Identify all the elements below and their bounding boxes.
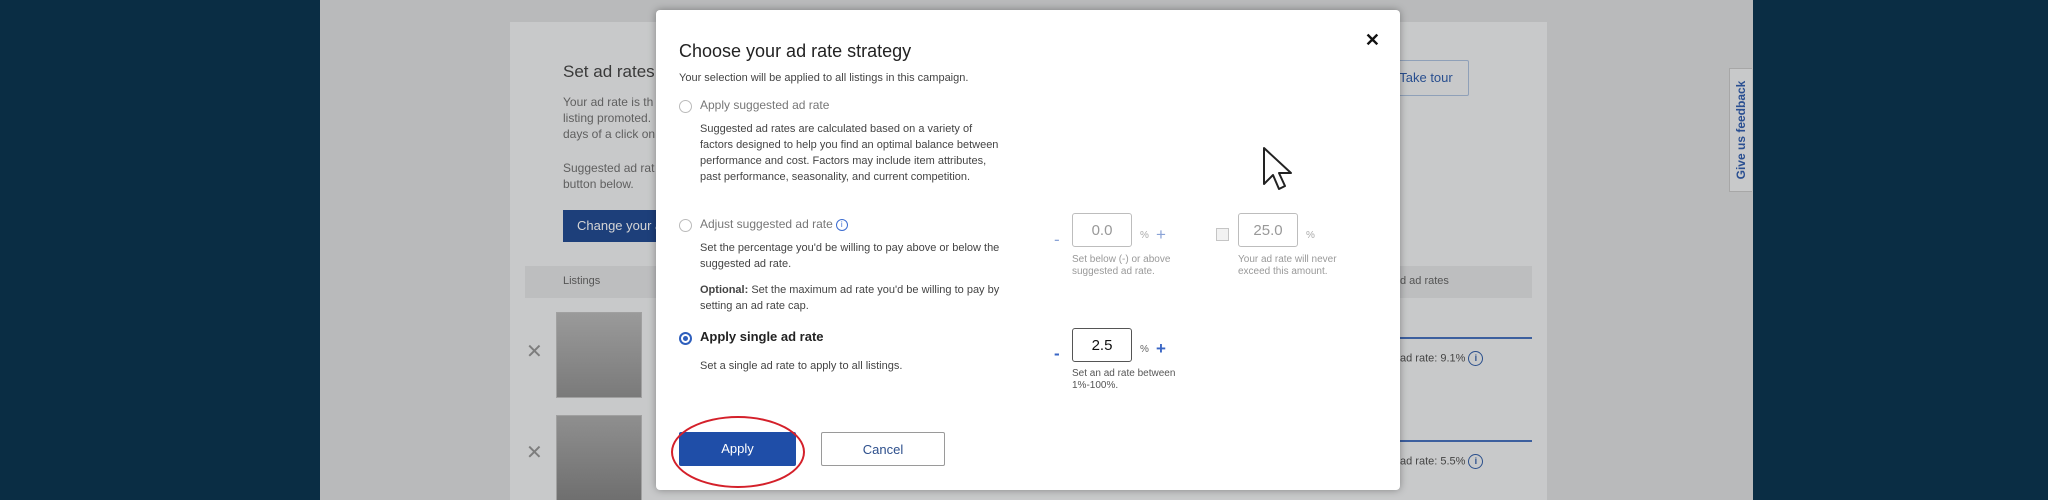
remove-listing-icon[interactable]: ✕: [526, 339, 543, 364]
cap-hint-line-2: exceed this amount.: [1238, 266, 1328, 277]
adjust-rate-label-group[interactable]: Adjust suggested ad rate i: [700, 217, 848, 231]
percent-sign: %: [1306, 230, 1315, 241]
adjust-rate-label: Adjust suggested ad rate: [700, 217, 833, 231]
ad-rate-cap-input[interactable]: 25.0: [1238, 213, 1298, 247]
increase-rate-button[interactable]: +: [1156, 339, 1166, 359]
adjust-hint-line-2: suggested ad rate.: [1072, 266, 1155, 277]
adjust-rate-radio[interactable]: [679, 219, 692, 232]
adjust-rate-description: Set the percentage you'd be willing to p…: [700, 242, 1000, 270]
info-icon[interactable]: i: [1468, 454, 1484, 469]
ad-rate-strategy-dialog: ✕ Choose your ad rate strategy Your sele…: [656, 10, 1400, 490]
percent-sign: %: [1140, 344, 1149, 355]
percent-sign: %: [1140, 230, 1149, 241]
single-rate-input[interactable]: 2.5: [1072, 328, 1132, 362]
single-rate-label[interactable]: Apply single ad rate: [700, 329, 824, 344]
ad-rates-header: d ad rates: [1400, 275, 1449, 287]
suggested-line-2: button below.: [563, 177, 634, 191]
feedback-label: Give us feedback: [1734, 80, 1748, 180]
remove-listing-icon[interactable]: ✕: [526, 440, 543, 465]
suggested-rate-description: Suggested ad rates are calculated based …: [700, 123, 999, 183]
listing-thumbnail: [556, 312, 642, 398]
decrease-adjust-button[interactable]: -: [1054, 230, 1060, 250]
cancel-button[interactable]: Cancel: [821, 432, 945, 466]
dialog-title: Choose your ad rate strategy: [679, 41, 912, 61]
row-ad-rate: ad rate: 9.1% i: [1400, 351, 1484, 366]
single-rate-description: Set a single ad rate to apply to all lis…: [700, 360, 903, 372]
single-rate-hint-line-2: 1%-100%.: [1072, 380, 1119, 391]
dialog-subtitle: Your selection will be applied to all li…: [679, 72, 969, 84]
optional-label: Optional:: [700, 284, 749, 296]
feedback-tab[interactable]: Give us feedback: [1729, 68, 1752, 192]
info-icon[interactable]: i: [835, 218, 848, 231]
suggested-line-1: Suggested ad rat: [563, 161, 655, 175]
info-icon[interactable]: i: [1468, 351, 1484, 366]
adjust-rate-input[interactable]: 0.0: [1072, 213, 1132, 247]
single-rate-hint-line-1: Set an ad rate between: [1072, 368, 1176, 379]
single-rate-radio[interactable]: [679, 332, 692, 345]
increase-adjust-button[interactable]: +: [1156, 225, 1166, 245]
optional-cap-description: Optional: Set the maximum ad rate you'd …: [700, 282, 1000, 314]
intro-line-3: days of a click on: [563, 127, 656, 141]
ad-rate-cap-checkbox[interactable]: [1216, 228, 1229, 241]
mouse-pointer-icon: [1263, 147, 1292, 190]
rate-bar: [1400, 337, 1532, 339]
intro-line-2: listing promoted.: [563, 111, 652, 125]
set-ad-rates-title: Set ad rates: [563, 62, 655, 81]
listings-header: Listings: [563, 275, 601, 287]
suggested-rate-radio[interactable]: [679, 100, 692, 113]
suggested-rate-label[interactable]: Apply suggested ad rate: [700, 98, 829, 112]
cap-hint-line-1: Your ad rate will never: [1238, 254, 1337, 265]
intro-line-1: Your ad rate is th: [563, 95, 654, 109]
listing-thumbnail: [556, 415, 642, 500]
close-icon[interactable]: ✕: [1365, 30, 1380, 51]
adjust-hint-line-1: Set below (-) or above: [1072, 254, 1171, 265]
decrease-rate-button[interactable]: -: [1054, 344, 1060, 364]
change-ad-rate-button[interactable]: Change your a: [563, 210, 665, 242]
rate-bar: [1400, 440, 1532, 442]
apply-button[interactable]: Apply: [679, 432, 796, 466]
row-ad-rate: ad rate: 5.5% i: [1400, 454, 1484, 469]
